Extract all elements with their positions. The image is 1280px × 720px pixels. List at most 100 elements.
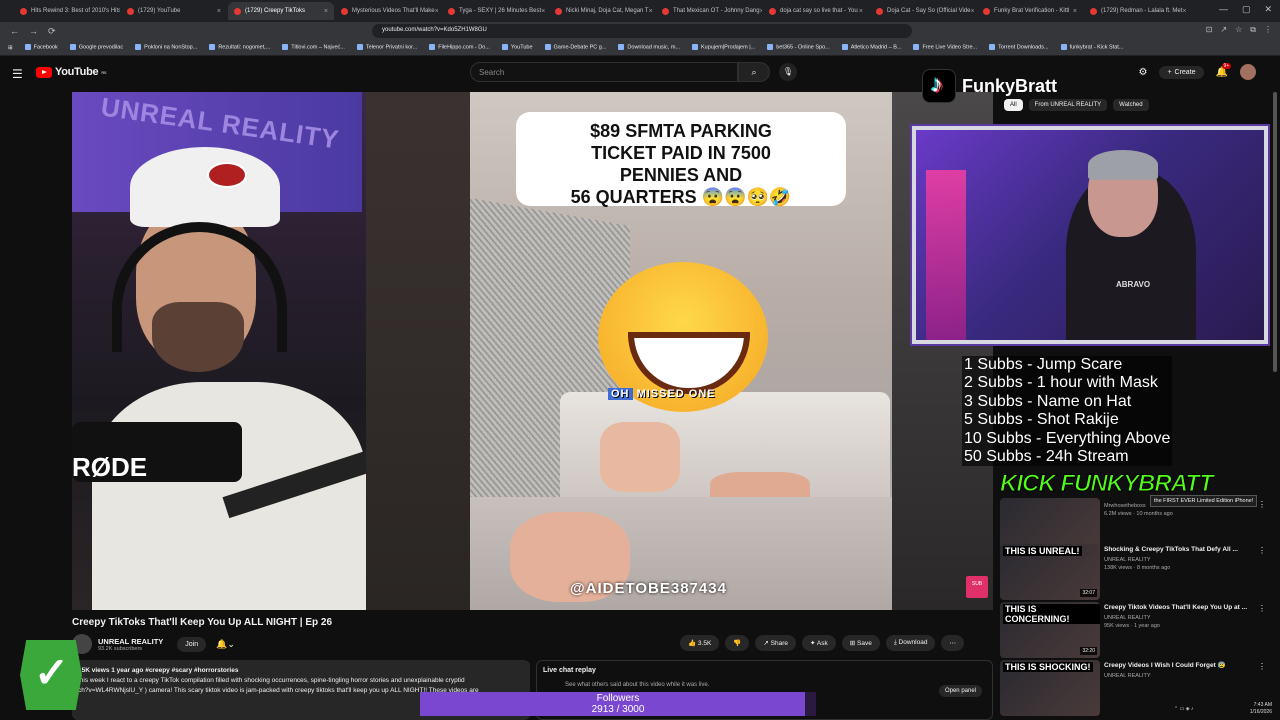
notifications-button[interactable]: 🔔 9+: [1216, 62, 1232, 78]
star-icon[interactable]: ☆: [1235, 25, 1242, 35]
filter-chip[interactable]: From UNREAL REALITY: [1028, 99, 1108, 111]
sidebar-scrollbar[interactable]: [1273, 92, 1277, 372]
channel-name[interactable]: UNREAL REALITY: [98, 637, 163, 646]
browser-tab[interactable]: doja cat say so live that - You ×: [763, 2, 869, 20]
download-button[interactable]: ⤓ Download: [885, 635, 936, 651]
ask-button[interactable]: ✦ Ask: [802, 635, 836, 651]
bookmark-label: Torrent Downloads...: [998, 44, 1049, 51]
bookmark-item[interactable]: Torrent Downloads...: [989, 44, 1049, 51]
bookmark-item[interactable]: Free Live Video Stre...: [913, 44, 977, 51]
browser-tab[interactable]: Mysterious Videos That'll Make ×: [335, 2, 441, 20]
channel-name[interactable]: UNREAL REALITY: [1104, 556, 1254, 564]
save-button[interactable]: ⊞ Save: [841, 635, 880, 651]
apps-icon[interactable]: ⊞: [8, 45, 13, 51]
close-tab-icon[interactable]: ×: [760, 8, 762, 15]
sub-goals: 1 Subbs - Jump Scare 2 Subbs - 1 hour wit…: [962, 356, 1173, 467]
bookmark-item[interactable]: Google prevodilac: [69, 44, 124, 51]
bookmark-item[interactable]: funkybrat - Kick Stat...: [1060, 44, 1123, 51]
url-field[interactable]: youtube.com/watch?v=Kdo5ZH1W8GU: [372, 24, 912, 38]
menu-icon[interactable]: ⋮: [1264, 25, 1272, 35]
channel-name[interactable]: UNREAL REALITY: [1104, 614, 1254, 622]
like-button[interactable]: 👍 3.5K: [680, 635, 720, 651]
bookmark-item[interactable]: FileHippo.com - Do...: [429, 44, 490, 51]
bookmark-item[interactable]: Pokloni na NonStop...: [135, 44, 197, 51]
tab-title: (1729) YouTube: [138, 8, 181, 14]
subscribed-bell-icon[interactable]: 🔔⌄: [216, 639, 235, 650]
close-tab-icon[interactable]: ×: [1073, 8, 1077, 15]
bookmark-label: Google prevodilac: [78, 44, 124, 51]
video-player[interactable]: UNREAL REALITY RØDE $89 SFMTA PARKING TI…: [72, 92, 993, 610]
bookmark-item[interactable]: Titlovi.com – Najveć...: [282, 44, 345, 51]
bookmark-item[interactable]: Rezultati: nogomet,...: [209, 44, 270, 51]
reactor-cam: UNREAL REALITY RØDE: [72, 92, 382, 610]
close-tab-icon[interactable]: ×: [1182, 8, 1186, 15]
bookmark-item[interactable]: Telenor Privatni kor...: [356, 44, 417, 51]
bookmark-item[interactable]: Kupujem|Prodajem |...: [692, 44, 755, 51]
browser-tab[interactable]: Nicki Minaj, Doja Cat, Megan T ×: [549, 2, 655, 20]
browser-tab[interactable]: That Mexican OT - Johnny Dang ×: [656, 2, 762, 20]
tray-icons[interactable]: ⌃ ▭ ◈ ♪: [1174, 706, 1193, 712]
video-title[interactable]: Creepy Tiktok Videos That'll Keep You Up…: [1104, 604, 1254, 612]
video-thumbnail[interactable]: THIS IS UNREAL! 32:07: [1000, 544, 1100, 600]
dislike-button[interactable]: 👎: [725, 635, 750, 651]
more-options-icon[interactable]: ⋮: [1258, 662, 1266, 671]
recommended-video[interactable]: THIS IS CONCERNING! 32:20 Creepy Tiktok Vi…: [1000, 602, 1270, 660]
share-button[interactable]: ↗ Share: [755, 635, 796, 651]
bookmark-item[interactable]: bet365 - Online Spo...: [767, 44, 830, 51]
reload-icon[interactable]: ⟳: [48, 26, 56, 37]
minimize-icon[interactable]: —: [1219, 4, 1228, 15]
channel-name[interactable]: UNREAL REALITY: [1104, 672, 1254, 680]
video-thumbnail[interactable]: THIS IS SHOCKING!: [1000, 660, 1100, 716]
video-thumbnail[interactable]: THIS IS CONCERNING! 32:20: [1000, 602, 1100, 658]
forward-icon[interactable]: →: [29, 26, 38, 36]
search-input[interactable]: Search: [470, 62, 738, 82]
back-icon[interactable]: ←: [10, 26, 19, 36]
close-tab-icon[interactable]: ×: [217, 8, 221, 15]
video-title[interactable]: Creepy Videos I Wish I Could Forget 😰: [1104, 662, 1254, 670]
more-actions-button[interactable]: ⋯: [941, 635, 964, 651]
more-options-icon[interactable]: ⋮: [1258, 604, 1266, 613]
bookmark-item[interactable]: Game-Debate PC g...: [544, 44, 607, 51]
join-button[interactable]: Join: [177, 636, 207, 652]
close-tab-icon[interactable]: ×: [435, 8, 439, 15]
subtitle-text: MISSED ONE: [636, 388, 716, 400]
browser-tab[interactable]: Funky Brat Verification - Kittl ×: [977, 2, 1083, 20]
hamburger-menu-icon[interactable]: ☰: [12, 67, 23, 81]
browser-tab[interactable]: Doja Cat - Say So (Official Vide ×: [870, 2, 976, 20]
bookmark-item[interactable]: Download music, m...: [618, 44, 680, 51]
browser-tab[interactable]: (1729) YouTube ×: [121, 2, 227, 20]
subscribe-watermark-icon[interactable]: SUB: [966, 576, 988, 598]
close-tab-icon[interactable]: ×: [324, 8, 328, 15]
maximize-icon[interactable]: ▢: [1242, 4, 1251, 15]
more-options-icon[interactable]: ⋮: [1258, 546, 1266, 555]
install-icon[interactable]: ⊡: [1206, 25, 1213, 35]
youtube-logo[interactable]: YouTube RS: [36, 66, 107, 78]
share-icon[interactable]: ↗: [1220, 25, 1227, 35]
search-button[interactable]: ⌕: [738, 62, 770, 82]
filter-chip[interactable]: All: [1004, 99, 1023, 111]
browser-tab[interactable]: Hits Rewind 3: Best of 2010's Hits×: [14, 2, 120, 20]
bookmark-item[interactable]: Facebook: [24, 44, 58, 51]
browser-tab[interactable]: (1729) Creepy TikToks ×: [228, 2, 334, 20]
cast-icon[interactable]: ⚙: [1138, 67, 1147, 78]
voice-search-button[interactable]: 🎙: [779, 63, 797, 81]
create-button[interactable]: + Create: [1159, 65, 1204, 79]
recommended-video[interactable]: THIS IS UNREAL! 32:07 Shocking & Creepy Ti…: [1000, 544, 1270, 602]
filter-chip[interactable]: Watched: [1113, 99, 1149, 111]
video-title[interactable]: Shocking & Creepy TikToks That Defy All …: [1104, 546, 1254, 554]
tab-favicon-icon: [876, 7, 883, 15]
extensions-icon[interactable]: ⧉: [1250, 25, 1256, 35]
browser-tab[interactable]: (1729) Redman - Lalala ft. Met ×: [1084, 2, 1190, 20]
close-tab-icon[interactable]: ×: [859, 8, 863, 15]
close-tab-icon[interactable]: ×: [541, 8, 545, 15]
bookmark-item[interactable]: YouTube: [501, 44, 533, 51]
more-options-icon[interactable]: ⋮: [1258, 500, 1266, 509]
browser-tab[interactable]: Tyga - SEXY | 26 Minutes Best ×: [442, 2, 548, 20]
bookmark-item[interactable]: Atletico Madrid – B...: [841, 44, 901, 51]
close-tab-icon[interactable]: ×: [970, 8, 974, 15]
close-tab-icon[interactable]: ×: [649, 8, 653, 15]
close-window-icon[interactable]: ✕: [1264, 4, 1272, 15]
open-panel-button[interactable]: Open panel: [938, 685, 982, 697]
bookmark-label: Game-Debate PC g...: [553, 44, 607, 51]
account-avatar[interactable]: [1240, 64, 1256, 80]
